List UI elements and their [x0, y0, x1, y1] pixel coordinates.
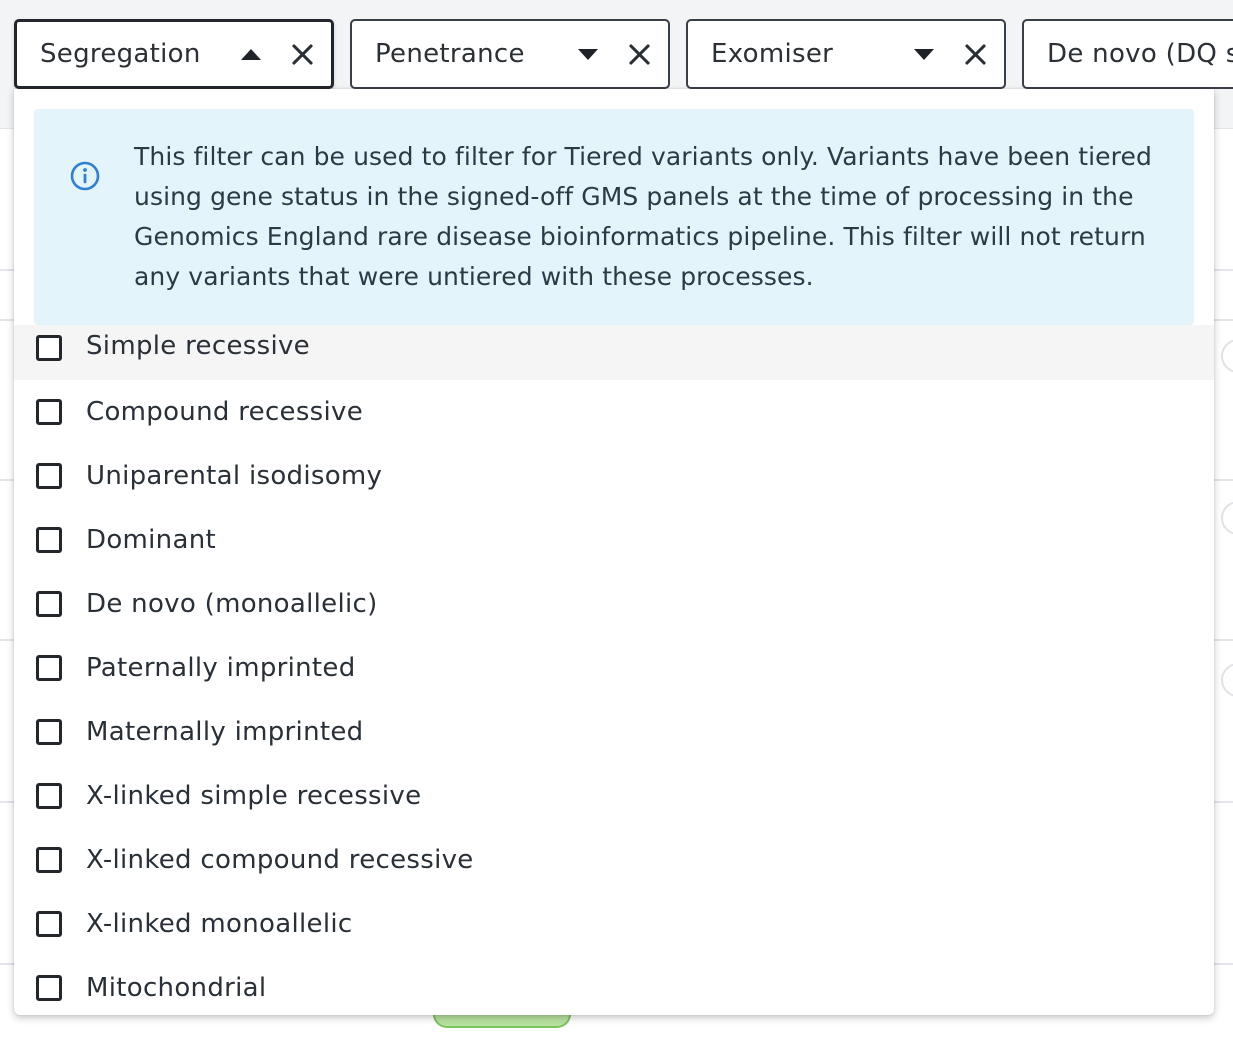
checkbox[interactable] — [36, 399, 62, 425]
option-label: Compound recessive — [86, 397, 364, 427]
info-circle-icon — [70, 161, 100, 191]
exomiser-filter-select[interactable]: Exomiser — [686, 19, 1006, 89]
option-label: Dominant — [86, 525, 216, 555]
row-action-button[interactable] — [1221, 339, 1233, 373]
segregation-options-list: Simple recessive Compound recessive Unip… — [14, 325, 1214, 1015]
option-label: X-linked monoallelic — [86, 909, 353, 939]
filter-label: Exomiser — [711, 39, 834, 69]
checkbox[interactable] — [36, 911, 62, 937]
option-label: X-linked compound recessive — [86, 845, 474, 875]
option-maternally-imprinted[interactable]: Maternally imprinted — [14, 700, 1214, 764]
filter-label: Penetrance — [375, 39, 525, 69]
de-novo-filter-select[interactable]: De novo (DQ s — [1022, 19, 1233, 89]
option-label: X-linked simple recessive — [86, 781, 422, 811]
checkbox[interactable] — [36, 847, 62, 873]
checkbox[interactable] — [36, 591, 62, 617]
option-dominant[interactable]: Dominant — [14, 508, 1214, 572]
option-x-linked-compound-recessive[interactable]: X-linked compound recessive — [14, 828, 1214, 892]
row-action-button[interactable] — [1221, 501, 1233, 535]
page: Segregation Penetrance Exomiser De novo … — [0, 0, 1233, 1039]
segregation-filter-select[interactable]: Segregation — [14, 19, 334, 89]
option-label: De novo (monoallelic) — [86, 589, 378, 619]
close-icon[interactable] — [291, 43, 313, 65]
segregation-dropdown-menu: This filter can be used to filter for Ti… — [14, 89, 1214, 1015]
option-simple-recessive[interactable]: Simple recessive — [14, 325, 1214, 380]
option-x-linked-simple-recessive[interactable]: X-linked simple recessive — [14, 764, 1214, 828]
option-label: Uniparental isodisomy — [86, 461, 383, 491]
info-banner: This filter can be used to filter for Ti… — [34, 109, 1194, 325]
info-text: This filter can be used to filter for Ti… — [134, 142, 1152, 291]
checkbox[interactable] — [36, 975, 62, 1001]
close-icon[interactable] — [628, 43, 650, 65]
option-paternally-imprinted[interactable]: Paternally imprinted — [14, 636, 1214, 700]
option-de-novo-monoallelic[interactable]: De novo (monoallelic) — [14, 572, 1214, 636]
option-label: Paternally imprinted — [86, 653, 356, 683]
option-label: Mitochondrial — [86, 973, 267, 1003]
option-x-linked-monoallelic[interactable]: X-linked monoallelic — [14, 892, 1214, 956]
row-action-button[interactable] — [1221, 663, 1233, 697]
checkbox[interactable] — [36, 335, 62, 361]
checkbox[interactable] — [36, 655, 62, 681]
option-uniparental-isodisomy[interactable]: Uniparental isodisomy — [14, 444, 1214, 508]
close-icon[interactable] — [964, 43, 986, 65]
option-label: Simple recessive — [86, 331, 310, 361]
checkbox[interactable] — [36, 463, 62, 489]
penetrance-filter-select[interactable]: Penetrance — [350, 19, 670, 89]
checkbox[interactable] — [36, 527, 62, 553]
option-compound-recessive[interactable]: Compound recessive — [14, 380, 1214, 444]
caret-down-icon[interactable] — [914, 48, 934, 60]
caret-up-icon[interactable] — [241, 48, 261, 60]
option-mitochondrial[interactable]: Mitochondrial — [14, 956, 1214, 1015]
checkbox[interactable] — [36, 719, 62, 745]
caret-down-icon[interactable] — [578, 48, 598, 60]
checkbox[interactable] — [36, 783, 62, 809]
option-label: Maternally imprinted — [86, 717, 364, 747]
filter-label: Segregation — [40, 39, 201, 69]
filter-label: De novo (DQ s — [1047, 39, 1233, 69]
